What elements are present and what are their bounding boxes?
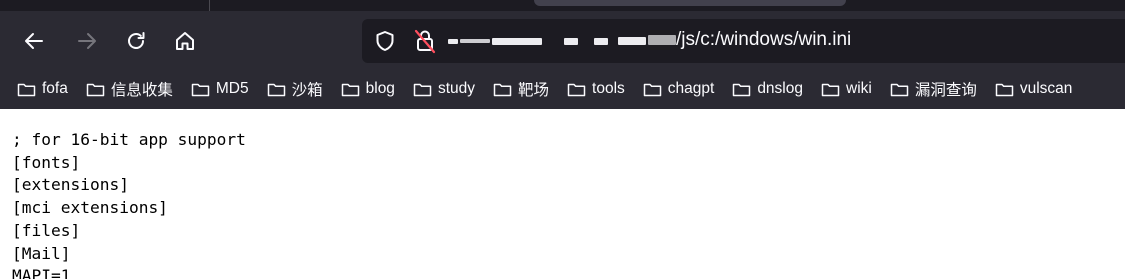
text-line: [extensions] (12, 175, 129, 195)
bookmark-label: 靶场 (518, 82, 550, 99)
folder-icon (341, 83, 359, 96)
bookmark-label: MD5 (215, 80, 249, 97)
bookmark-label: 漏洞查询 (914, 82, 977, 99)
bookmark-label: study (437, 80, 475, 97)
home-button[interactable] (170, 26, 200, 56)
tab-divider (209, 0, 210, 11)
bookmark-item[interactable]: 靶场 (476, 75, 550, 103)
bookmark-item[interactable]: 漏洞查询 (873, 75, 978, 103)
folder-icon (191, 83, 210, 96)
back-button[interactable] (19, 26, 49, 56)
bookmark-label: 信息收集 (110, 82, 173, 99)
bookmark-item[interactable]: 信息收集 (69, 75, 174, 103)
bookmark-label: blog (365, 80, 395, 97)
bookmark-item[interactable]: tools (550, 75, 626, 103)
folder-icon (493, 83, 512, 96)
bookmark-label: tools (592, 80, 625, 97)
arrow-left-icon (25, 33, 43, 49)
folder-icon (995, 83, 1014, 96)
text-line: ; for 16-bit app support (12, 130, 246, 149)
home-icon (176, 32, 194, 50)
browser-chrome: /js/c:/windows/win.ini fofa 信息收集 MD5 沙箱 blog… (0, 0, 1125, 109)
url-path[interactable]: /js/c:/windows/win.ini (676, 29, 851, 51)
lock-warning-icon[interactable] (413, 28, 437, 54)
bookmark-item[interactable]: dnslog (715, 75, 804, 103)
bookmark-item[interactable]: study (396, 75, 476, 103)
text-line: [mci extensions] (12, 198, 168, 218)
bookmark-label: fofa (42, 80, 68, 97)
bookmark-item[interactable]: blog (324, 75, 396, 103)
folder-icon (267, 83, 285, 96)
text-line: [fonts] (12, 152, 81, 172)
text-line: [Mail] (12, 243, 71, 263)
shield-icon[interactable] (373, 29, 397, 53)
bookmark-label: vulscan (1019, 80, 1073, 97)
text-line: [files] (12, 220, 81, 240)
folder-icon (733, 83, 751, 96)
bookmark-label: chagpt (667, 80, 715, 97)
text-line: MAPI=1 (12, 266, 71, 279)
page-content: ; for 16-bit app support [fonts] [extensio… (0, 109, 1125, 279)
folder-icon (86, 83, 105, 96)
bookmark-item[interactable]: vulscan (978, 75, 1074, 103)
folder-icon (890, 83, 909, 96)
bookmark-label: 沙箱 (291, 82, 323, 99)
bookmark-label: wiki (846, 80, 872, 97)
reload-icon (128, 32, 145, 49)
arrow-right-icon (78, 33, 96, 49)
redacted-host (448, 31, 676, 50)
reload-button[interactable] (121, 26, 151, 56)
bookmarks-toolbar: fofa 信息收集 MD5 沙箱 blog study 靶场 tools chagpt dnslo… (0, 75, 1125, 103)
folder-icon (567, 83, 586, 96)
ini-file-text: ; for 16-bit app support [fonts] [extensio… (12, 129, 246, 279)
folder-icon (17, 83, 36, 96)
folder-icon (413, 83, 432, 96)
bookmark-item[interactable]: fofa (0, 75, 69, 103)
bookmark-item[interactable]: 沙箱 (250, 75, 324, 103)
active-tab[interactable] (534, 0, 846, 6)
folder-icon (643, 83, 662, 96)
bookmark-label: dnslog (757, 80, 803, 97)
tab-strip (0, 0, 1125, 11)
bookmark-item[interactable]: chagpt (626, 75, 716, 103)
folder-icon (821, 83, 840, 96)
forward-button[interactable] (72, 26, 102, 56)
bookmark-item[interactable]: wiki (804, 75, 873, 103)
bookmark-item[interactable]: MD5 (174, 75, 250, 103)
